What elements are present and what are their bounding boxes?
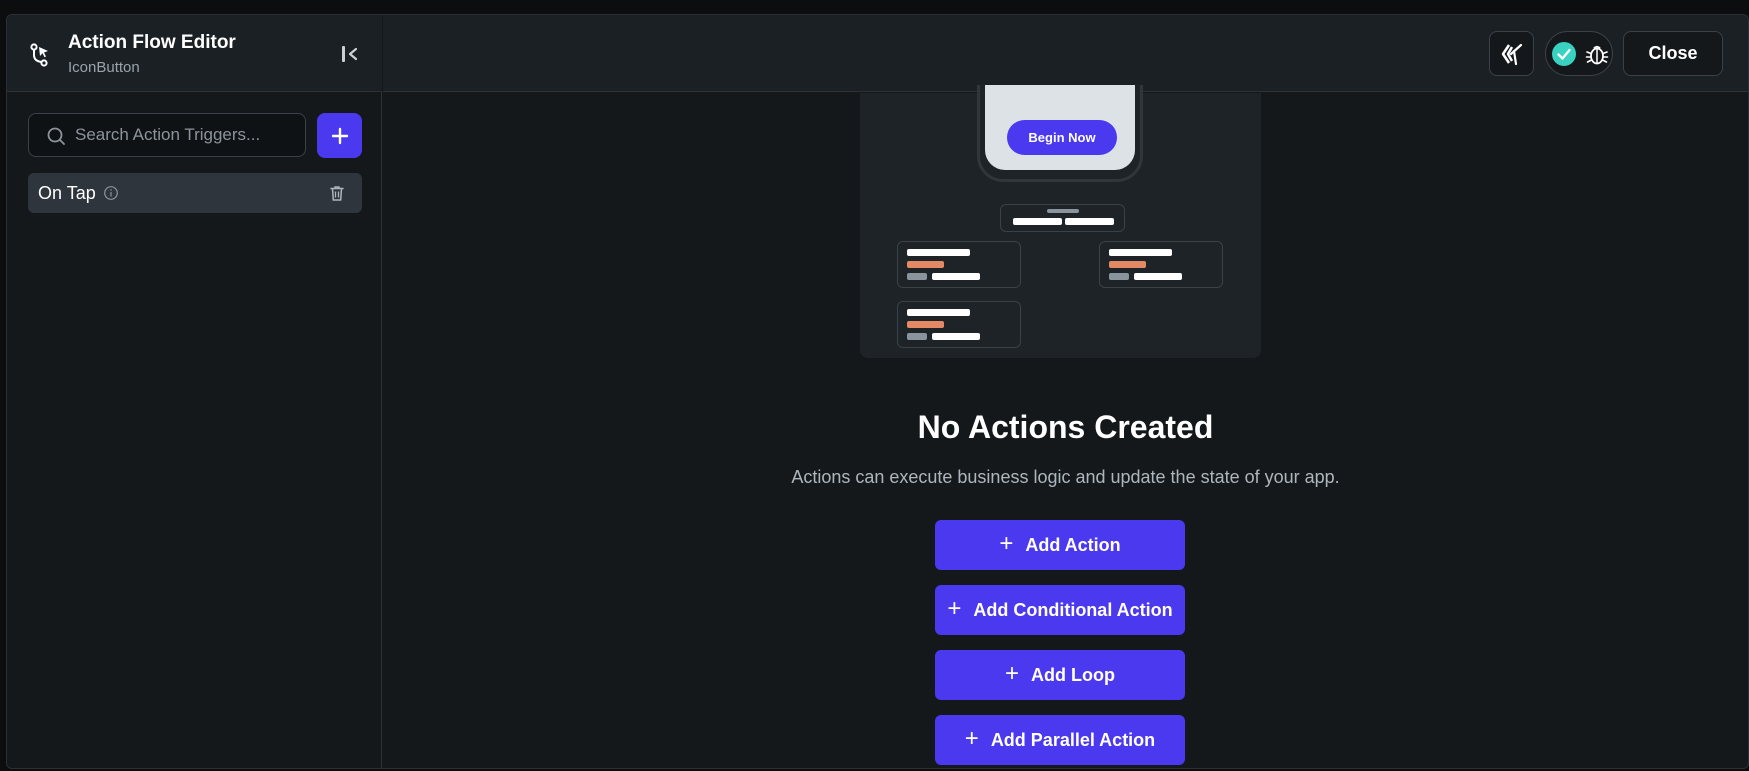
- empty-state-title: No Actions Created: [917, 409, 1214, 445]
- add-action-button[interactable]: + Add Action: [935, 520, 1185, 570]
- search-box: [28, 113, 306, 157]
- plus-icon: +: [947, 595, 962, 622]
- status-debug-toggle: [1545, 31, 1613, 76]
- add-conditional-action-button[interactable]: + Add Conditional Action: [935, 585, 1185, 635]
- add-parallel-action-button[interactable]: + Add Parallel Action: [935, 715, 1185, 765]
- add-conditional-action-label: Add Conditional Action: [973, 599, 1173, 620]
- add-loop-label: Add Loop: [1031, 664, 1115, 685]
- plus-icon: +: [1005, 660, 1020, 687]
- plus-icon: [331, 127, 348, 144]
- editor-title: Action Flow Editor: [68, 32, 236, 53]
- add-loop-button[interactable]: + Add Loop: [935, 650, 1185, 700]
- empty-state-description: Actions can execute business logic and u…: [791, 467, 1340, 487]
- trigger-label: On Tap: [38, 183, 96, 203]
- check-circle-icon: [1552, 42, 1576, 66]
- phone-screen: Begin Now: [985, 85, 1135, 170]
- flow-trigger-node: [1000, 204, 1125, 232]
- collapse-left-icon: [342, 46, 358, 62]
- sidebar-header: Action Flow Editor IconButton: [7, 15, 382, 92]
- search-icon: [47, 127, 65, 145]
- flow-action-node: [897, 241, 1021, 288]
- flow-action-node: [897, 301, 1021, 348]
- action-flow-editor-modal: Action Flow Editor IconButton On Tap: [6, 14, 1749, 769]
- sidebar: Action Flow Editor IconButton On Tap: [7, 15, 382, 768]
- bug-icon[interactable]: [1584, 41, 1610, 67]
- flutter-logo-icon: [1501, 43, 1522, 65]
- widget-type-label: IconButton: [68, 59, 140, 76]
- action-flow-icon: [30, 43, 48, 67]
- search-action-triggers-input[interactable]: [75, 114, 300, 156]
- add-parallel-action-label: Add Parallel Action: [990, 729, 1156, 750]
- trash-icon[interactable]: [328, 184, 346, 202]
- phone-mockup: Begin Now: [977, 85, 1143, 182]
- flutter-logo-button[interactable]: [1489, 31, 1534, 76]
- flow-action-node: [1099, 241, 1223, 288]
- begin-now-button-preview: Begin Now: [1007, 120, 1117, 155]
- empty-state-illustration: Begin Now: [860, 85, 1261, 358]
- trigger-item-on-tap[interactable]: On Tap: [28, 173, 362, 213]
- close-button[interactable]: Close: [1623, 31, 1723, 76]
- plus-icon: +: [964, 725, 979, 752]
- plus-icon: +: [999, 530, 1014, 557]
- info-icon[interactable]: [103, 185, 119, 201]
- collapse-sidebar-button[interactable]: [337, 41, 363, 67]
- add-action-label: Add Action: [1025, 534, 1121, 555]
- add-trigger-button[interactable]: [317, 113, 362, 158]
- main-header: Close: [383, 15, 1748, 92]
